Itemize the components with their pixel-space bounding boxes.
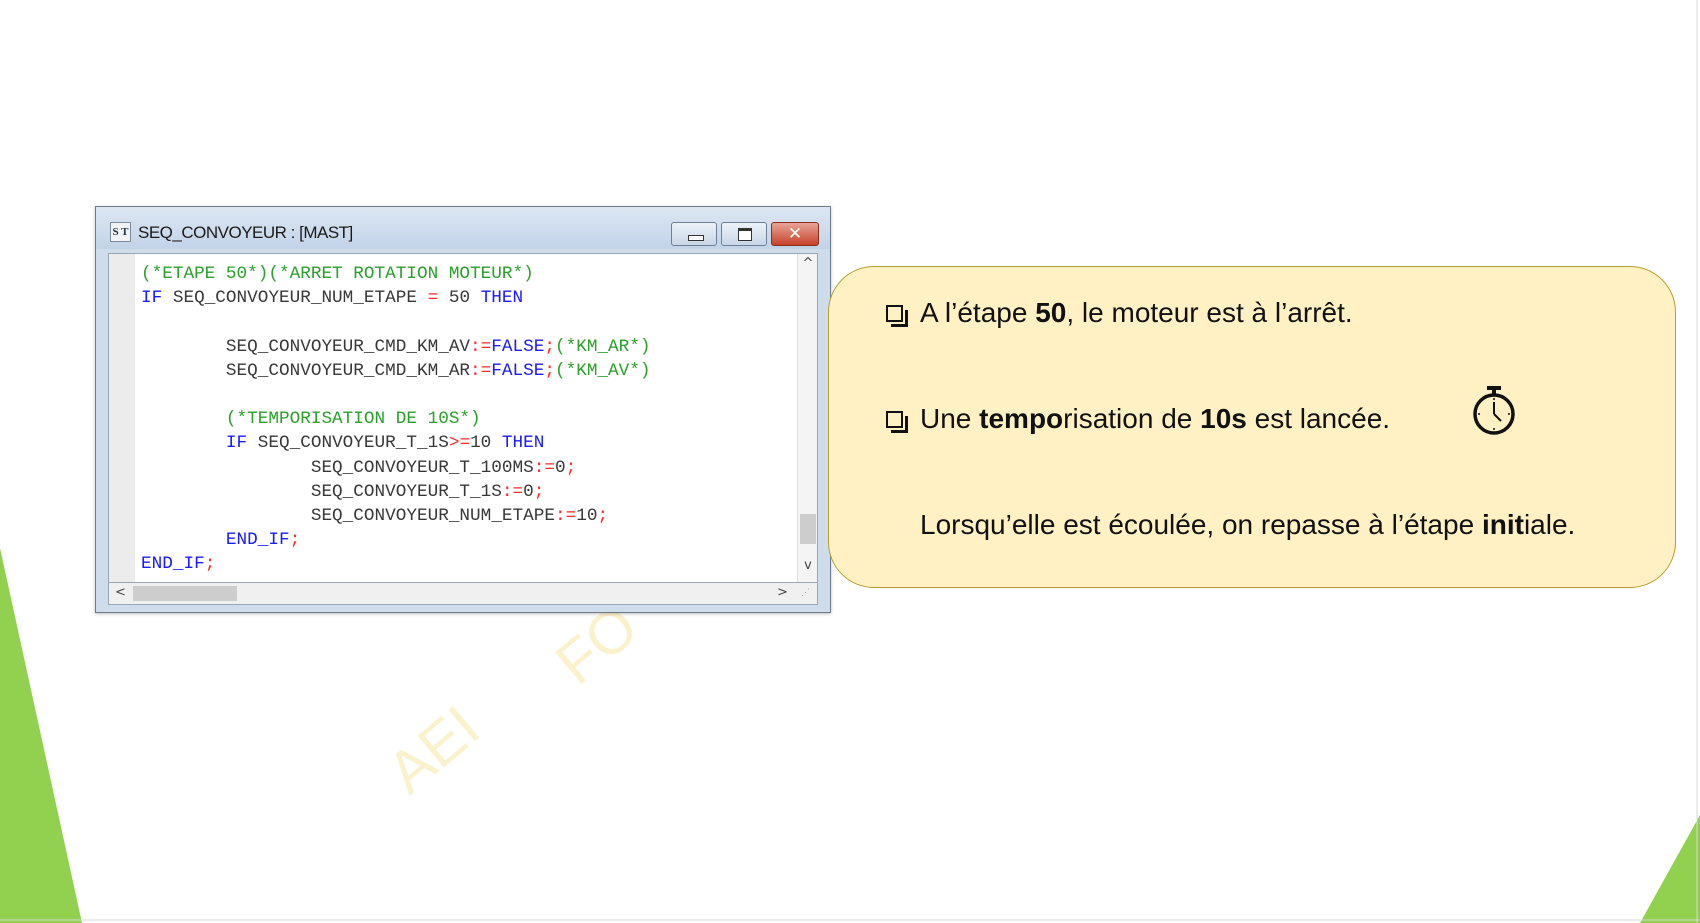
code-line[interactable]: IF SEQ_CONVOYEUR_NUM_ETAPE = 50 THEN bbox=[141, 286, 651, 310]
code-token: SEQ_CONVOYEUR_NUM_ETAPE bbox=[141, 505, 555, 526]
right-green-triangle bbox=[1640, 815, 1700, 923]
code-line[interactable]: SEQ_CONVOYEUR_CMD_KM_AV:=FALSE;(*KM_AR*) bbox=[141, 335, 651, 359]
code-token: 10 bbox=[470, 433, 502, 454]
code-line[interactable] bbox=[141, 383, 651, 407]
code-token: (*KM_AV*) bbox=[554, 360, 651, 381]
scroll-right-icon[interactable]: > bbox=[777, 585, 788, 600]
code-line[interactable]: (*ETAPE 50*)(*ARRET ROTATION MOTEUR*) bbox=[141, 262, 651, 286]
bold-step-number: 50 bbox=[1035, 297, 1067, 328]
code-token: := bbox=[470, 336, 492, 357]
code-token: FALSE bbox=[491, 360, 545, 381]
code-text[interactable]: (*ETAPE 50*)(*ARRET ROTATION MOTEUR*) IF … bbox=[141, 262, 651, 576]
scroll-down-icon[interactable]: v bbox=[798, 558, 817, 573]
code-token: := bbox=[533, 457, 555, 478]
code-line[interactable] bbox=[141, 310, 651, 334]
horizontal-scrollbar[interactable]: < > ⋰ bbox=[108, 583, 818, 605]
code-token: IF bbox=[225, 433, 248, 454]
code-token: := bbox=[470, 360, 492, 381]
code-token: ; bbox=[544, 360, 555, 381]
slide: AEI FO S T SEQ_CONVOYEUR : [MAST] ✕ (*ET… bbox=[0, 0, 1700, 923]
left-green-triangle bbox=[0, 548, 82, 923]
code-token: ; bbox=[544, 336, 555, 357]
minimize-button[interactable] bbox=[671, 222, 717, 246]
code-line[interactable]: SEQ_CONVOYEUR_CMD_KM_AR:=FALSE;(*KM_AV*) bbox=[141, 359, 651, 383]
code-token: THEN bbox=[480, 288, 524, 309]
code-line[interactable]: SEQ_CONVOYEUR_T_1S:=0; bbox=[141, 480, 651, 504]
code-token: (*TEMPORISATION DE 10S*) bbox=[141, 409, 481, 430]
code-line[interactable]: IF SEQ_CONVOYEUR_T_1S>=10 THEN bbox=[141, 431, 651, 455]
code-token: ; bbox=[204, 554, 216, 575]
bold-init: init bbox=[1481, 509, 1524, 540]
maximize-icon bbox=[722, 223, 766, 245]
bullet-return-initial: Lorsqu’elle est écoulée, on repasse à l’… bbox=[920, 509, 1575, 541]
text-part: iale. bbox=[1523, 509, 1576, 540]
text-part: risation de bbox=[1063, 403, 1201, 434]
code-token: ; bbox=[597, 505, 609, 526]
code-line[interactable]: (*TEMPORISATION DE 10S*) bbox=[141, 407, 651, 431]
code-token: := bbox=[554, 505, 577, 526]
checkbox-bullet-icon bbox=[886, 411, 908, 433]
code-editor-window[interactable]: S T SEQ_CONVOYEUR : [MAST] ✕ (*ETAPE 50*… bbox=[95, 206, 831, 613]
text-part: A l’étape bbox=[920, 297, 1036, 328]
checkbox-bullet-icon bbox=[886, 305, 908, 327]
code-token: SEQ_CONVOYEUR_T_1S bbox=[141, 481, 502, 502]
code-token: (*ETAPE 50*)(*ARRET ROTATION MOTEUR*) bbox=[141, 264, 534, 284]
code-token: IF bbox=[141, 288, 163, 309]
code-token: ; bbox=[565, 457, 577, 478]
code-token: SEQ_CONVOYEUR_CMD_KM_AR bbox=[141, 360, 471, 381]
code-token: 10 bbox=[576, 505, 598, 526]
code-line[interactable]: SEQ_CONVOYEUR_NUM_ETAPE:=10; bbox=[141, 504, 651, 528]
code-token: FALSE bbox=[491, 336, 545, 357]
code-token: ; bbox=[289, 530, 301, 551]
bullet-timer: Une temporisation de 10s est lancée. bbox=[920, 403, 1390, 435]
code-token: END_IF bbox=[225, 530, 290, 551]
bold-tempo: tempo bbox=[979, 403, 1064, 434]
stopwatch-icon bbox=[1473, 386, 1515, 435]
code-token: SEQ_CONVOYEUR_T_100MS bbox=[141, 457, 534, 478]
code-token: >= bbox=[448, 433, 471, 454]
code-token: ; bbox=[533, 481, 545, 502]
bullet-step-50: A l’étape 50, le moteur est à l’arrêt. bbox=[920, 297, 1353, 329]
code-token: 50 bbox=[438, 288, 481, 309]
code-token: 0 bbox=[554, 457, 566, 478]
minimize-icon bbox=[672, 223, 716, 245]
code-editor[interactable]: (*ETAPE 50*)(*ARRET ROTATION MOTEUR*) IF … bbox=[108, 253, 818, 583]
code-line[interactable]: END_IF; bbox=[141, 552, 651, 576]
code-line[interactable]: END_IF; bbox=[141, 528, 651, 552]
text-part: Lorsqu’elle est écoulée, on repasse à l’… bbox=[920, 509, 1482, 540]
code-token: (*KM_AR*) bbox=[554, 336, 651, 357]
code-token: THEN bbox=[501, 433, 545, 454]
text-part: , le moteur est à l’arrêt. bbox=[1066, 297, 1353, 328]
resize-grip-icon[interactable]: ⋰ bbox=[801, 587, 815, 601]
window-title: SEQ_CONVOYEUR : [MAST] bbox=[138, 223, 353, 242]
code-token: END_IF bbox=[141, 554, 205, 575]
scroll-left-icon[interactable]: < bbox=[115, 585, 126, 600]
vertical-scroll-thumb[interactable] bbox=[800, 514, 816, 544]
close-icon: ✕ bbox=[787, 224, 803, 244]
code-token: SEQ_CONVOYEUR_NUM_ETAPE bbox=[162, 288, 428, 309]
code-token: := bbox=[501, 481, 524, 502]
close-button[interactable]: ✕ bbox=[771, 222, 819, 246]
maximize-button[interactable] bbox=[721, 222, 767, 246]
code-token: SEQ_CONVOYEUR_CMD_KM_AV bbox=[141, 336, 471, 357]
text-part: Une bbox=[920, 403, 980, 434]
code-line[interactable]: SEQ_CONVOYEUR_T_100MS:=0; bbox=[141, 456, 651, 480]
horizontal-scroll-thumb[interactable] bbox=[133, 586, 237, 601]
text-part: est lancée. bbox=[1246, 403, 1391, 434]
code-token: SEQ_CONVOYEUR_T_1S bbox=[247, 433, 449, 454]
editor-gutter bbox=[109, 254, 135, 582]
window-titlebar[interactable]: S T SEQ_CONVOYEUR : [MAST] ✕ bbox=[96, 207, 830, 249]
bold-duration: 10s bbox=[1200, 403, 1247, 434]
vertical-scrollbar[interactable]: ^ v bbox=[797, 254, 817, 582]
st-app-icon: S T bbox=[110, 222, 131, 242]
code-token: 0 bbox=[523, 481, 534, 502]
code-token: = bbox=[427, 288, 439, 309]
explanation-callout: A l’étape 50, le moteur est à l’arrêt. U… bbox=[828, 266, 1676, 588]
scroll-up-icon[interactable]: ^ bbox=[798, 256, 817, 271]
